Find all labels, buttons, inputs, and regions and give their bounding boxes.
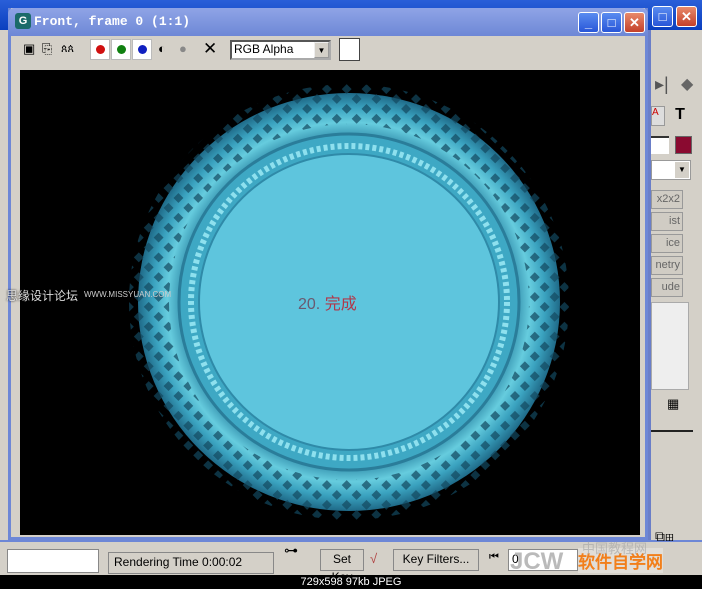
outer-close-button[interactable]: ✕	[676, 6, 697, 27]
frame-toolbar: ▣ ⎘ ጰጰ ◐ ● ✕ RGB Alpha ▼	[11, 36, 645, 64]
modifier-dropdown[interactable]: ▼	[651, 160, 691, 180]
rendered-frame-window: G Front, frame 0 (1:1) _ □ ✕ ▣ ⎘ ጰጰ ◐ ● …	[8, 8, 648, 540]
panel-button-2[interactable]: ist	[651, 212, 683, 231]
panel-button-3[interactable]: ice	[651, 234, 683, 253]
watermark-url: WWW.MISSYUAN.COM	[84, 290, 172, 299]
panel-button-1[interactable]: x2x2	[651, 190, 683, 209]
jcw-watermark: JCW	[510, 548, 564, 575]
save-icon[interactable]: ▣	[23, 41, 35, 57]
configure-icon[interactable]: ▦	[667, 396, 679, 412]
step-number: 20.	[298, 296, 321, 313]
set-key-button[interactable]: Set Key	[320, 549, 364, 584]
panel-button-5[interactable]: ude	[651, 278, 683, 297]
modifier-stack[interactable]	[651, 302, 689, 390]
step-label: 20. 完成	[298, 290, 357, 314]
minimize-button[interactable]: _	[578, 12, 599, 33]
name-field[interactable]	[651, 136, 669, 154]
window-title: Front, frame 0 (1:1)	[34, 14, 191, 29]
maximize-button[interactable]: □	[601, 12, 622, 33]
mirror-icon[interactable]: ▸|	[655, 74, 669, 95]
command-panel: ▸| ◆ A T ▼ x2x2 ist ice netry ude ▦	[648, 30, 702, 540]
red-channel-toggle[interactable]	[90, 39, 110, 60]
key-mode-icon[interactable]: √	[370, 551, 377, 566]
hammer-icon[interactable]: T	[669, 106, 691, 128]
close-button[interactable]: ✕	[624, 12, 645, 33]
image-caption: 729x598 97kb JPEG	[300, 576, 402, 588]
key-icon[interactable]: ⊶	[284, 542, 298, 559]
step-text: 完成	[324, 296, 357, 313]
clone-icon[interactable]: ጰጰ	[61, 41, 74, 57]
copy-icon[interactable]: ⎘	[42, 41, 52, 57]
key-filters-button[interactable]: Key Filters...	[393, 549, 479, 571]
channel-select-value: RGB Alpha	[234, 42, 294, 56]
watermark-cn: 思缘设计论坛	[6, 289, 79, 303]
display-icon[interactable]: A	[651, 106, 665, 126]
mono-icon[interactable]: ◐	[158, 41, 166, 57]
maxscript-listener[interactable]	[7, 549, 99, 573]
outer-maximize-button[interactable]: □	[652, 6, 673, 27]
viewport-nav-icon[interactable]: ⧉⊞	[655, 528, 674, 545]
window-title-bar: G Front, frame 0 (1:1) _ □ ✕	[8, 8, 648, 36]
goto-start-icon[interactable]: ⏮	[489, 551, 499, 564]
eraser-icon[interactable]: ◆	[681, 74, 693, 94]
cn-watermark: 中国教程网	[582, 541, 648, 556]
color-swatch[interactable]	[675, 136, 692, 154]
params-panel	[651, 430, 693, 540]
chevron-down-icon: ▼	[314, 42, 329, 58]
clear-icon[interactable]: ✕	[203, 40, 217, 57]
green-channel-toggle[interactable]	[111, 39, 131, 60]
rendering-time: Rendering Time 0:00:02	[108, 552, 274, 574]
blue-channel-toggle[interactable]	[132, 39, 152, 60]
panel-button-4[interactable]: netry	[651, 256, 683, 275]
3dsmax-icon: G	[15, 13, 31, 29]
channel-select[interactable]: RGB Alpha ▼	[230, 40, 331, 60]
pixel-color-swatch[interactable]	[339, 38, 360, 61]
alpha-icon[interactable]: ●	[179, 41, 187, 57]
